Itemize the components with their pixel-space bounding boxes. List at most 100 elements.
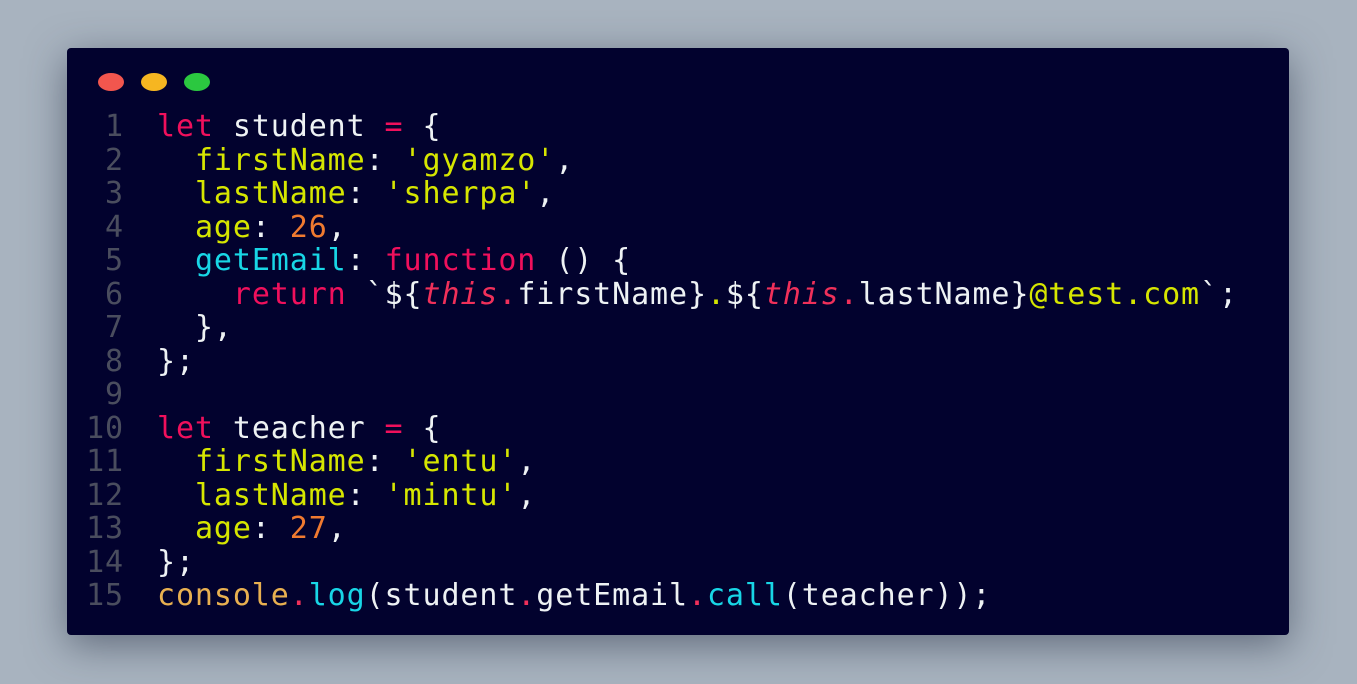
code-token: : bbox=[365, 142, 404, 178]
code-token: 'mintu' bbox=[384, 477, 518, 513]
code-token: 'gyamzo' bbox=[403, 142, 556, 178]
code-token: return bbox=[232, 276, 347, 312]
code-token: 27 bbox=[289, 511, 328, 546]
line-number: 8 bbox=[105, 343, 124, 379]
line-number: 2 bbox=[105, 142, 124, 178]
line-number: 10 bbox=[86, 410, 124, 446]
code-token: firstName bbox=[194, 142, 366, 178]
line-number: 9 bbox=[105, 377, 124, 412]
line-number: 1 bbox=[105, 109, 124, 144]
code-line: 14}; bbox=[67, 544, 1238, 580]
line-number: 6 bbox=[105, 276, 124, 312]
code-token: . bbox=[498, 276, 518, 312]
code-token: let bbox=[157, 410, 214, 446]
code-token: , bbox=[555, 142, 575, 178]
code-token: lastName} bbox=[858, 276, 1030, 312]
line-number: 3 bbox=[105, 176, 124, 211]
code-token: this bbox=[422, 276, 499, 312]
code-token: . bbox=[687, 578, 707, 613]
code-token: getEmail bbox=[194, 243, 347, 278]
code-token: lastName bbox=[194, 176, 347, 211]
code-token: this bbox=[763, 276, 840, 312]
code-token: }; bbox=[157, 544, 195, 580]
minimize-dot-icon bbox=[141, 73, 167, 91]
code-line: 9 bbox=[67, 378, 1238, 412]
code-token: = bbox=[384, 109, 404, 144]
line-number: 5 bbox=[105, 243, 124, 278]
code-token: , bbox=[327, 209, 347, 245]
code-token: . bbox=[706, 276, 726, 312]
code-token: let bbox=[157, 109, 214, 144]
code-token: }; bbox=[157, 343, 195, 379]
code-token: : bbox=[346, 243, 385, 278]
code-line: 7 }, bbox=[67, 311, 1238, 345]
code-line: 11 firstName: 'entu', bbox=[67, 445, 1238, 479]
code-line: 10 let teacher = { bbox=[67, 410, 1238, 446]
line-number: 13 bbox=[86, 511, 124, 546]
code-token: call bbox=[706, 578, 783, 613]
code-token: { bbox=[403, 109, 442, 144]
code-token: 'sherpa' bbox=[384, 176, 537, 211]
line-number: 12 bbox=[86, 477, 124, 513]
code-token: age bbox=[194, 209, 252, 245]
code-token: @test.com bbox=[1029, 276, 1200, 312]
code-window: 1 let student = {2 firstName: 'gyamzo', 3 … bbox=[67, 48, 1289, 635]
code-token: ${ bbox=[725, 276, 764, 312]
line-number: 11 bbox=[86, 444, 124, 479]
code-line: 12 lastName: 'mintu', bbox=[67, 477, 1238, 513]
code-token: function bbox=[384, 243, 537, 278]
code-token: 26 bbox=[289, 209, 328, 245]
code-token: , bbox=[517, 444, 537, 479]
maximize-dot-icon bbox=[184, 73, 210, 91]
code-token: getEmail bbox=[536, 578, 688, 613]
code-token: () { bbox=[536, 243, 632, 278]
code-line: 2 firstName: 'gyamzo', bbox=[67, 142, 1238, 178]
code-token: firstName} bbox=[517, 276, 707, 312]
code-line: 5 getEmail: function () { bbox=[67, 244, 1238, 278]
code-token: teacher bbox=[213, 410, 385, 446]
code-token: . bbox=[839, 276, 859, 312]
line-number: 7 bbox=[105, 310, 124, 345]
code-token: . bbox=[289, 578, 309, 613]
code-token: , bbox=[536, 176, 556, 211]
code-token: student bbox=[213, 109, 385, 144]
line-number: 4 bbox=[105, 209, 124, 245]
code-token: : bbox=[365, 444, 404, 479]
line-number: 15 bbox=[86, 578, 124, 613]
code-token: console bbox=[157, 578, 290, 613]
code-token: (teacher)); bbox=[782, 578, 992, 613]
code-token: = bbox=[384, 410, 404, 446]
code-token: , bbox=[327, 511, 347, 546]
code-line: 15 console.log(student.getEmail.call(teac… bbox=[67, 579, 1238, 613]
close-dot-icon bbox=[98, 73, 124, 91]
line-number: 14 bbox=[86, 544, 124, 580]
code-line: 13 age: 27, bbox=[67, 512, 1238, 546]
code-token: . bbox=[517, 578, 537, 613]
window-controls bbox=[98, 73, 210, 91]
code-token: lastName bbox=[194, 477, 347, 513]
code-line: 3 lastName: 'sherpa', bbox=[67, 177, 1238, 211]
code-token: 'entu' bbox=[403, 444, 518, 479]
code-token: }, bbox=[157, 310, 233, 345]
code-token: age bbox=[194, 511, 252, 546]
code-token: , bbox=[517, 477, 537, 513]
code-token: log bbox=[308, 578, 366, 613]
code-token: : bbox=[251, 209, 290, 245]
code-token: { bbox=[403, 410, 442, 446]
code-token: `${ bbox=[346, 276, 423, 312]
code-line: 1 let student = { bbox=[67, 110, 1238, 144]
code-line: 8}; bbox=[67, 343, 1238, 379]
code-line: 6 return `${this.firstName}.${this.lastN… bbox=[67, 276, 1238, 312]
code-block: 1 let student = {2 firstName: 'gyamzo', 3 … bbox=[67, 110, 1238, 613]
code-token: (student bbox=[365, 578, 518, 613]
code-line: 4 age: 26, bbox=[67, 209, 1238, 245]
code-token: : bbox=[251, 511, 290, 546]
